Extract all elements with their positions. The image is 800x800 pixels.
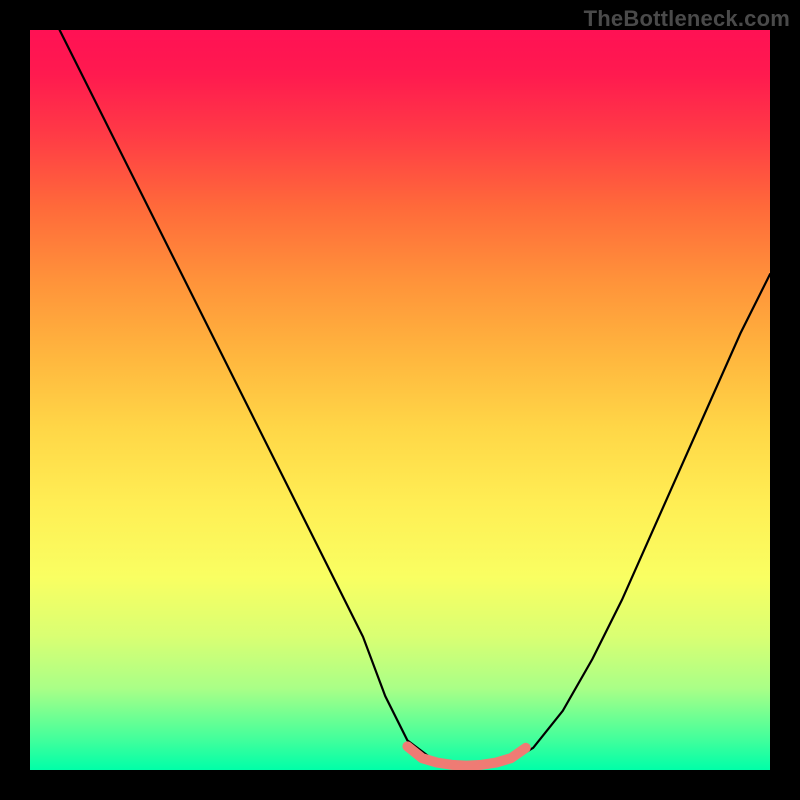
plot-area xyxy=(30,30,770,770)
watermark-text: TheBottleneck.com xyxy=(584,6,790,32)
chart-svg xyxy=(30,30,770,770)
chart-frame: TheBottleneck.com xyxy=(0,0,800,800)
optimal-zone-marker xyxy=(407,746,525,765)
bottleneck-curve xyxy=(60,30,770,766)
